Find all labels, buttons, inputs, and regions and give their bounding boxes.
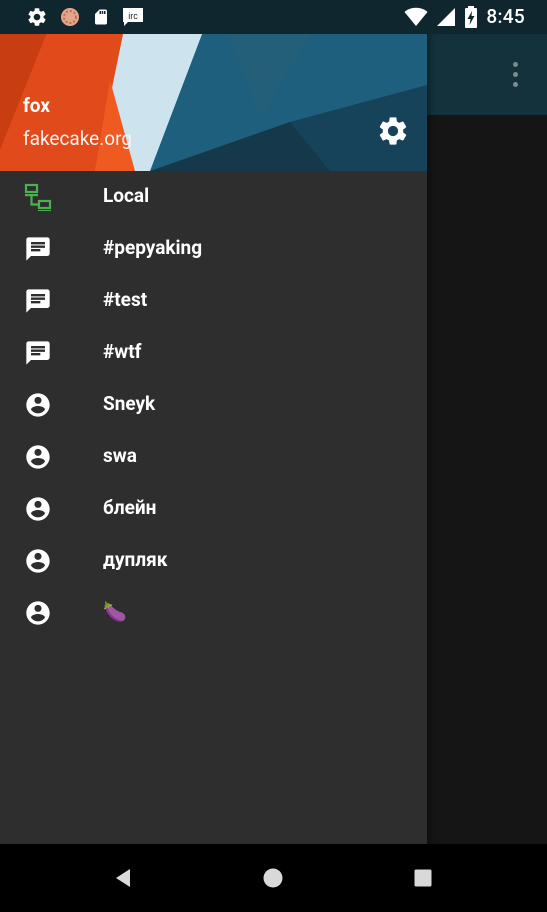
account-circle-icon: [26, 445, 50, 469]
drawer-item-local[interactable]: Local: [0, 171, 427, 223]
server-network-icon: [24, 183, 52, 211]
account-circle-icon: [26, 497, 50, 521]
drawer-item-channel[interactable]: #test: [0, 275, 427, 327]
settings-gear-icon[interactable]: [376, 114, 410, 148]
overflow-menu-icon[interactable]: [503, 58, 527, 90]
drawer-item-query[interactable]: Sneyk: [0, 379, 427, 431]
server-label: fakecake.org: [23, 127, 133, 150]
drawer-item-channel[interactable]: #pepyaking: [0, 223, 427, 275]
drawer-item-query[interactable]: swa: [0, 431, 427, 483]
account-circle-icon: [26, 549, 50, 573]
drawer-item-label: Local: [103, 184, 150, 207]
drawer-item-channel[interactable]: #wtf: [0, 327, 427, 379]
drawer-item-query[interactable]: 🍆: [0, 587, 427, 639]
drawer-item-label: #wtf: [103, 340, 142, 363]
system-nav-bar: [0, 844, 547, 912]
recents-icon[interactable]: [411, 866, 435, 890]
cell-signal-icon: [437, 7, 456, 26]
drawer-item-label: #pepyaking: [103, 236, 203, 259]
wifi-icon: [404, 7, 428, 26]
back-icon[interactable]: [111, 866, 135, 890]
irc-icon: irc: [123, 8, 143, 26]
home-icon[interactable]: [261, 866, 285, 890]
channel-list: Local #pepyaking #test #wtf Sneyk swa бл…: [0, 171, 427, 639]
chat-icon: [26, 341, 50, 365]
drawer-item-query[interactable]: дупляк: [0, 535, 427, 587]
account-circle-icon: [26, 393, 50, 417]
chat-icon: [26, 289, 50, 313]
navigation-drawer: fox fakecake.org Local #pepyaking #test …: [0, 0, 427, 844]
nickname-label: fox: [23, 94, 50, 117]
irc-badge-text: irc: [128, 11, 138, 21]
chat-icon: [26, 237, 50, 261]
drawer-item-label: 🍆: [103, 600, 127, 623]
drawer-item-label: блейн: [103, 496, 157, 519]
drawer-item-label: #test: [103, 288, 148, 311]
hexchat-icon: [61, 8, 79, 26]
account-circle-icon: [26, 601, 50, 625]
drawer-item-label: Sneyk: [103, 392, 156, 415]
sd-card-icon: [95, 9, 107, 25]
drawer-item-query[interactable]: блейн: [0, 483, 427, 535]
clock: 8:45: [486, 5, 525, 28]
status-bar: irc 8:45: [0, 0, 547, 34]
drawer-item-label: swa: [103, 444, 137, 467]
drawer-item-label: дупляк: [103, 548, 168, 571]
battery-charging-icon: [465, 5, 478, 28]
gear-icon: [28, 8, 46, 26]
